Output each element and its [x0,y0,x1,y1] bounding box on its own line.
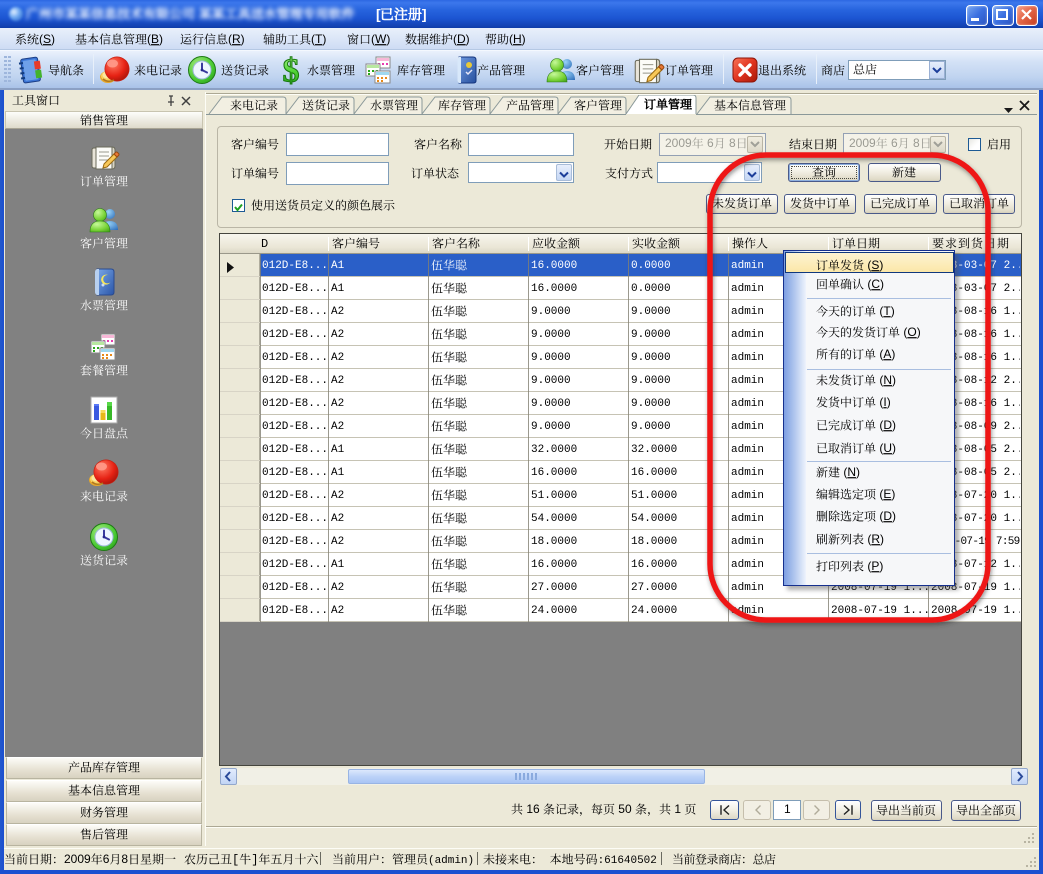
svg-text:D: D [261,237,268,250]
svg-text:(H): (H) [509,33,526,46]
svg-text:2009: 2009 [64,853,91,866]
svg-text:16.0000: 16.0000 [531,283,577,294]
svg-text:A2: A2 [331,582,344,593]
svg-text:(D): (D) [453,33,470,46]
svg-text:9.0000: 9.0000 [531,375,571,386]
svg-text::61640502: :61640502 [598,855,657,866]
svg-text:0.0000: 0.0000 [631,283,671,294]
svg-text:8: 8 [121,853,128,866]
svg-text:A1: A1 [331,559,345,570]
svg-text:54.0000: 54.0000 [631,513,677,524]
svg-text:16.0000: 16.0000 [631,559,677,570]
svg-text:9.0000: 9.0000 [631,421,671,432]
svg-text:[: [ [232,853,239,866]
svg-text:012D-E8...: 012D-E8... [262,605,328,616]
svg-text:012D-E8...: 012D-E8... [262,283,328,294]
svg-text:(T): (T) [311,33,326,46]
svg-text:012D-E8...: 012D-E8... [262,444,328,455]
svg-text:[: [ [376,7,381,22]
svg-text:9.0000: 9.0000 [631,352,671,363]
svg-text:]: ] [422,7,426,22]
svg-text:A2: A2 [331,490,344,501]
svg-text:012D-E8...: 012D-E8... [262,582,328,593]
svg-text:(S): (S) [39,33,55,46]
svg-text:012D-E8...: 012D-E8... [262,306,328,317]
svg-text:18.0000: 18.0000 [531,536,577,547]
svg-text:A1: A1 [331,444,345,455]
svg-text:012D-E8...: 012D-E8... [262,559,328,570]
svg-text:012D-E8...: 012D-E8... [262,398,328,409]
svg-text:(B): (B) [147,33,163,46]
svg-text:012D-E8...: 012D-E8... [262,352,328,363]
svg-text:A2: A2 [331,352,344,363]
svg-text:012D-E8...: 012D-E8... [262,329,328,340]
svg-text:16: 16 [523,803,543,816]
svg-text:012D-E8...: 012D-E8... [262,490,328,501]
svg-text:1: 1 [671,803,684,816]
svg-text:A2: A2 [331,398,344,409]
svg-text:51.0000: 51.0000 [631,490,677,501]
svg-text:16.0000: 16.0000 [531,260,577,271]
svg-text:012D-E8...: 012D-E8... [262,467,328,478]
svg-text:16.0000: 16.0000 [631,467,677,478]
svg-text:1: 1 [784,803,791,816]
svg-text:A2: A2 [331,605,344,616]
svg-text:A2: A2 [331,306,344,317]
svg-text:32.0000: 32.0000 [531,444,577,455]
svg-text:A2: A2 [331,329,344,340]
svg-text:9.0000: 9.0000 [631,375,671,386]
svg-text:50: 50 [615,803,635,816]
svg-text:9.0000: 9.0000 [531,352,571,363]
svg-text:24.0000: 24.0000 [631,605,677,616]
svg-text:A1: A1 [331,283,345,294]
svg-text:6: 6 [103,853,110,866]
svg-text:012D-E8...: 012D-E8... [262,375,328,386]
svg-text:(R): (R) [228,33,245,46]
svg-text:A2: A2 [331,536,344,547]
svg-text:9.0000: 9.0000 [631,306,671,317]
svg-text:(admin): (admin) [428,855,474,866]
svg-text:012D-E8...: 012D-E8... [262,513,328,524]
svg-text:27.0000: 27.0000 [531,582,577,593]
svg-text:(W): (W) [371,33,390,46]
svg-text:A1: A1 [331,260,345,271]
svg-text:]: ] [251,853,258,866]
svg-text:9.0000: 9.0000 [531,306,571,317]
svg-text:18.0000: 18.0000 [631,536,677,547]
svg-text:16.0000: 16.0000 [531,467,577,478]
svg-text:A2: A2 [331,375,344,386]
svg-text:A2: A2 [331,421,344,432]
svg-text:012D-E8...: 012D-E8... [262,260,328,271]
svg-text:$: $ [283,53,300,87]
svg-text:012D-E8...: 012D-E8... [262,421,328,432]
svg-text:54.0000: 54.0000 [531,513,577,524]
svg-text:27.0000: 27.0000 [631,582,677,593]
svg-text:9.0000: 9.0000 [631,398,671,409]
svg-text:24.0000: 24.0000 [531,605,577,616]
svg-text:9.0000: 9.0000 [531,421,571,432]
svg-text:012D-E8...: 012D-E8... [262,536,328,547]
svg-text:0.0000: 0.0000 [631,260,671,271]
svg-text:9.0000: 9.0000 [531,398,571,409]
svg-text:16.0000: 16.0000 [531,559,577,570]
svg-text:A2: A2 [331,513,344,524]
svg-text:51.0000: 51.0000 [531,490,577,501]
svg-text:32.0000: 32.0000 [631,444,677,455]
svg-text:A1: A1 [331,467,345,478]
svg-text:9.0000: 9.0000 [631,329,671,340]
svg-text:9.0000: 9.0000 [531,329,571,340]
